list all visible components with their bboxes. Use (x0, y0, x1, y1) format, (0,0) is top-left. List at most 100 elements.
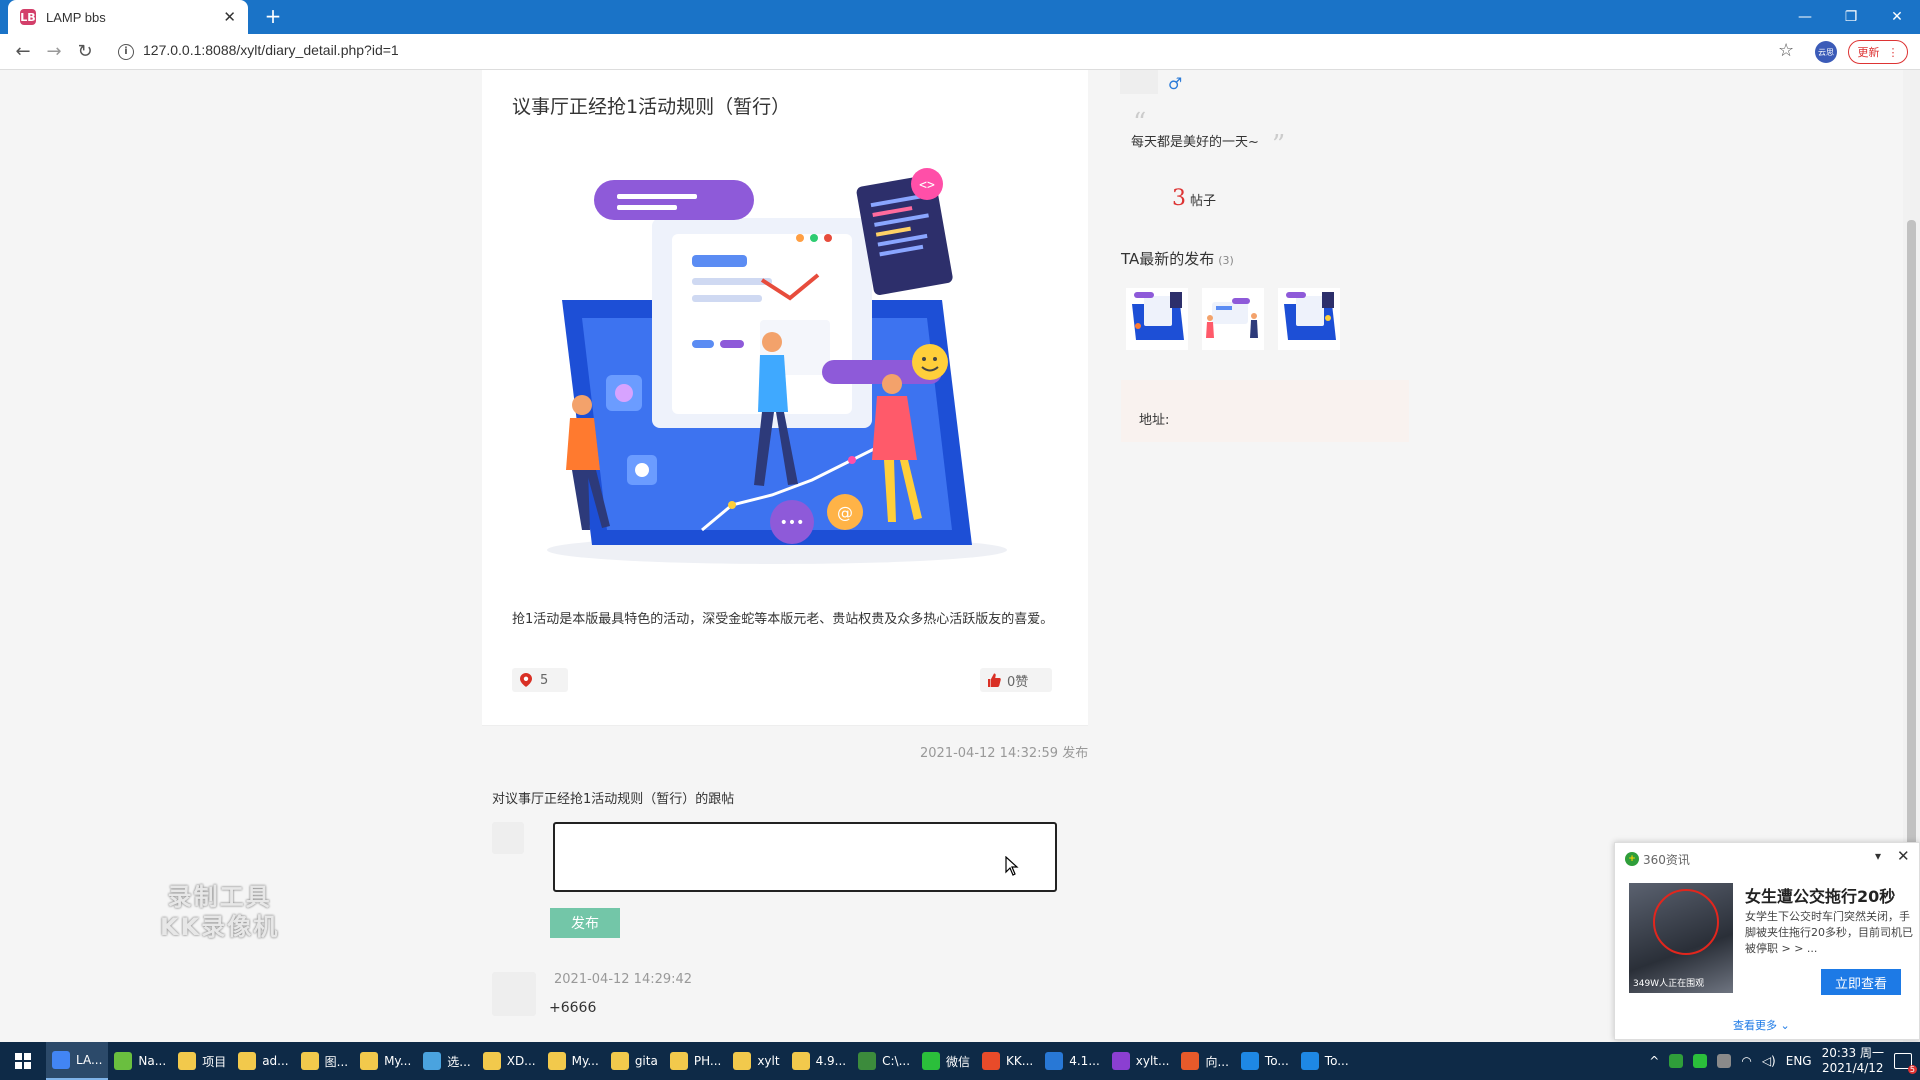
taskbar-app-label: My... (571, 1054, 599, 1068)
bookmark-star-icon[interactable]: ☆ (1778, 40, 1794, 61)
taskbar-app[interactable]: 微信 (916, 1042, 976, 1080)
app-icon (610, 1052, 629, 1070)
more-menu-icon[interactable]: ⋮ (1888, 46, 1899, 59)
app-icon (423, 1052, 442, 1070)
svg-text:•••: ••• (780, 515, 805, 531)
taskbar-app[interactable]: My... (542, 1042, 605, 1080)
post-description: 抢1活动是本版最具特色的活动，深受金蛇等本版元老、贵站权贵及众多热心活跃版友的喜… (512, 612, 1054, 627)
taskbar-app[interactable]: KK... (976, 1042, 1039, 1080)
popup-close-icon[interactable]: ✕ (1897, 847, 1910, 865)
taskbar-app-label: To... (1324, 1054, 1349, 1068)
language-indicator[interactable]: ENG (1786, 1054, 1812, 1068)
taskbar-app[interactable]: 4.1... (1039, 1042, 1106, 1080)
recent-post-thumbnail[interactable] (1278, 288, 1340, 350)
taskbar-app-label: 项目 (202, 1054, 227, 1069)
url-field[interactable]: 127.0.0.1:8088/xylt/diary_detail.php?id=… (143, 42, 399, 58)
tray-wechat-icon[interactable] (1693, 1054, 1708, 1068)
taskbar-app[interactable]: PH... (664, 1042, 728, 1080)
tray-device-icon[interactable] (1717, 1054, 1732, 1068)
browser-tab[interactable]: LB LAMP bbs ✕ (8, 0, 248, 34)
watermark-line-2: KK录像机 (160, 913, 280, 941)
post-card: 议事厅正经抢1活动规则（暂行） <> ••• @ 抢1活动是本版最具特色的活动，… (482, 70, 1088, 726)
taskbar-app[interactable]: To... (1235, 1042, 1295, 1080)
tray-360-icon[interactable] (1669, 1054, 1684, 1068)
update-button[interactable]: 更新 ⋮ (1848, 40, 1908, 64)
thumbs-up-icon (988, 673, 1001, 687)
taskbar-app[interactable]: 4.9... (786, 1042, 853, 1080)
taskbar-app-label: LA... (76, 1053, 103, 1067)
update-label: 更新 (1857, 46, 1880, 59)
new-tab-button[interactable]: + (262, 6, 284, 28)
site-favicon-icon: LB (20, 9, 36, 25)
close-quote-icon: ” (1272, 130, 1286, 160)
forward-icon[interactable]: → (43, 41, 65, 63)
taskbar-app-label: 向... (1205, 1054, 1229, 1069)
popup-summary: 女学生下公交时车门突然关闭，手脚被夹住拖行20多秒，目前司机已被停职 > > .… (1745, 910, 1913, 955)
volume-icon[interactable]: ◁) (1762, 1054, 1776, 1068)
restore-button[interactable]: ❐ (1828, 0, 1874, 34)
location-chip[interactable]: 5 (512, 668, 568, 692)
publish-button[interactable]: 发布 (550, 908, 620, 938)
taskbar-app-label: xylt... (1135, 1054, 1170, 1068)
taskbar-app[interactable]: xylt... (1106, 1042, 1176, 1080)
taskbar-app[interactable]: 图... (295, 1042, 354, 1080)
male-icon: ♂ (1168, 74, 1183, 93)
comment-time: 2021-04-12 14:29:42 (554, 972, 693, 987)
popup-360-logo-icon: + (1625, 852, 1639, 866)
like-count: 0赞 (1007, 674, 1029, 690)
taskbar-app[interactable]: To... (1295, 1042, 1355, 1080)
author-post-count: 3 帖子 (1172, 186, 1216, 211)
post-title: 议事厅正经抢1活动规则（暂行） (512, 96, 791, 118)
minimize-button[interactable]: — (1782, 0, 1828, 34)
taskbar-app-label: C:\... (882, 1054, 911, 1068)
taskbar-app[interactable]: 选... (417, 1042, 476, 1080)
recent-post-thumbnail[interactable] (1202, 288, 1264, 350)
author-avatar[interactable] (1120, 70, 1158, 94)
taskbar-app-label: To... (1264, 1054, 1289, 1068)
app-icon (114, 1052, 133, 1070)
taskbar-app[interactable]: Na... (108, 1042, 172, 1080)
taskbar-app[interactable]: C:\... (852, 1042, 916, 1080)
taskbar-clock[interactable]: 20:33 周一 2021/4/12 (1822, 1046, 1884, 1076)
notification-icon[interactable]: 5 (1894, 1053, 1917, 1074)
tab-close-icon[interactable]: ✕ (223, 8, 236, 26)
taskbar-app[interactable]: gita (605, 1042, 664, 1080)
app-icon (178, 1052, 197, 1070)
reload-icon[interactable]: ↻ (74, 41, 96, 63)
like-button[interactable]: 0赞 (980, 668, 1052, 692)
app-icon (791, 1052, 810, 1070)
taskbar-app-label: KK... (1006, 1054, 1034, 1068)
recent-posts-title: TA最新的发布 (3) (1121, 248, 1234, 269)
taskbar-app[interactable]: XD... (477, 1042, 542, 1080)
start-button[interactable] (0, 1042, 46, 1080)
taskbar-app[interactable]: My... (354, 1042, 417, 1080)
tab-title: LAMP bbs (46, 9, 106, 25)
site-info-icon[interactable]: i (118, 44, 134, 60)
comment-avatar (492, 972, 536, 1016)
app-icon (300, 1052, 319, 1070)
popup-view-button[interactable]: 立即查看 (1821, 969, 1901, 995)
recent-post-thumbnail[interactable] (1126, 288, 1188, 350)
app-icon (1181, 1052, 1200, 1070)
popup-headline[interactable]: 女生遭公交拖行20秒 (1745, 883, 1895, 907)
author-motto: 每天都是美好的一天~ (1131, 135, 1259, 150)
popup-collapse-icon[interactable]: ▾ (1875, 849, 1881, 863)
reply-input[interactable] (553, 822, 1057, 892)
taskbar-app[interactable]: 项目 (172, 1042, 232, 1080)
scrollbar-thumb[interactable] (1907, 220, 1916, 860)
close-window-button[interactable]: ✕ (1874, 0, 1920, 34)
taskbar-app[interactable]: ad... (232, 1042, 294, 1080)
watermark-line-1: 录制工具 (167, 883, 272, 911)
taskbar-app[interactable]: xylt (727, 1042, 785, 1080)
taskbar-app[interactable]: LA... (46, 1042, 109, 1080)
popup-news-image[interactable]: 349W人正在围观 (1629, 883, 1733, 993)
post-count-label: 帖子 (1190, 194, 1217, 209)
back-icon[interactable]: ← (12, 41, 34, 63)
tray-expand-icon[interactable]: ^ (1649, 1054, 1659, 1068)
taskbar-app[interactable]: 向... (1175, 1042, 1234, 1080)
popup-more-link[interactable]: 查看更多 ⌄ (1733, 1017, 1790, 1033)
taskbar-app-label: 微信 (946, 1054, 971, 1069)
profile-avatar[interactable]: 云思 (1815, 41, 1837, 63)
wifi-icon[interactable]: ◠ (1741, 1054, 1751, 1068)
author-address: 地址: (1121, 380, 1409, 442)
